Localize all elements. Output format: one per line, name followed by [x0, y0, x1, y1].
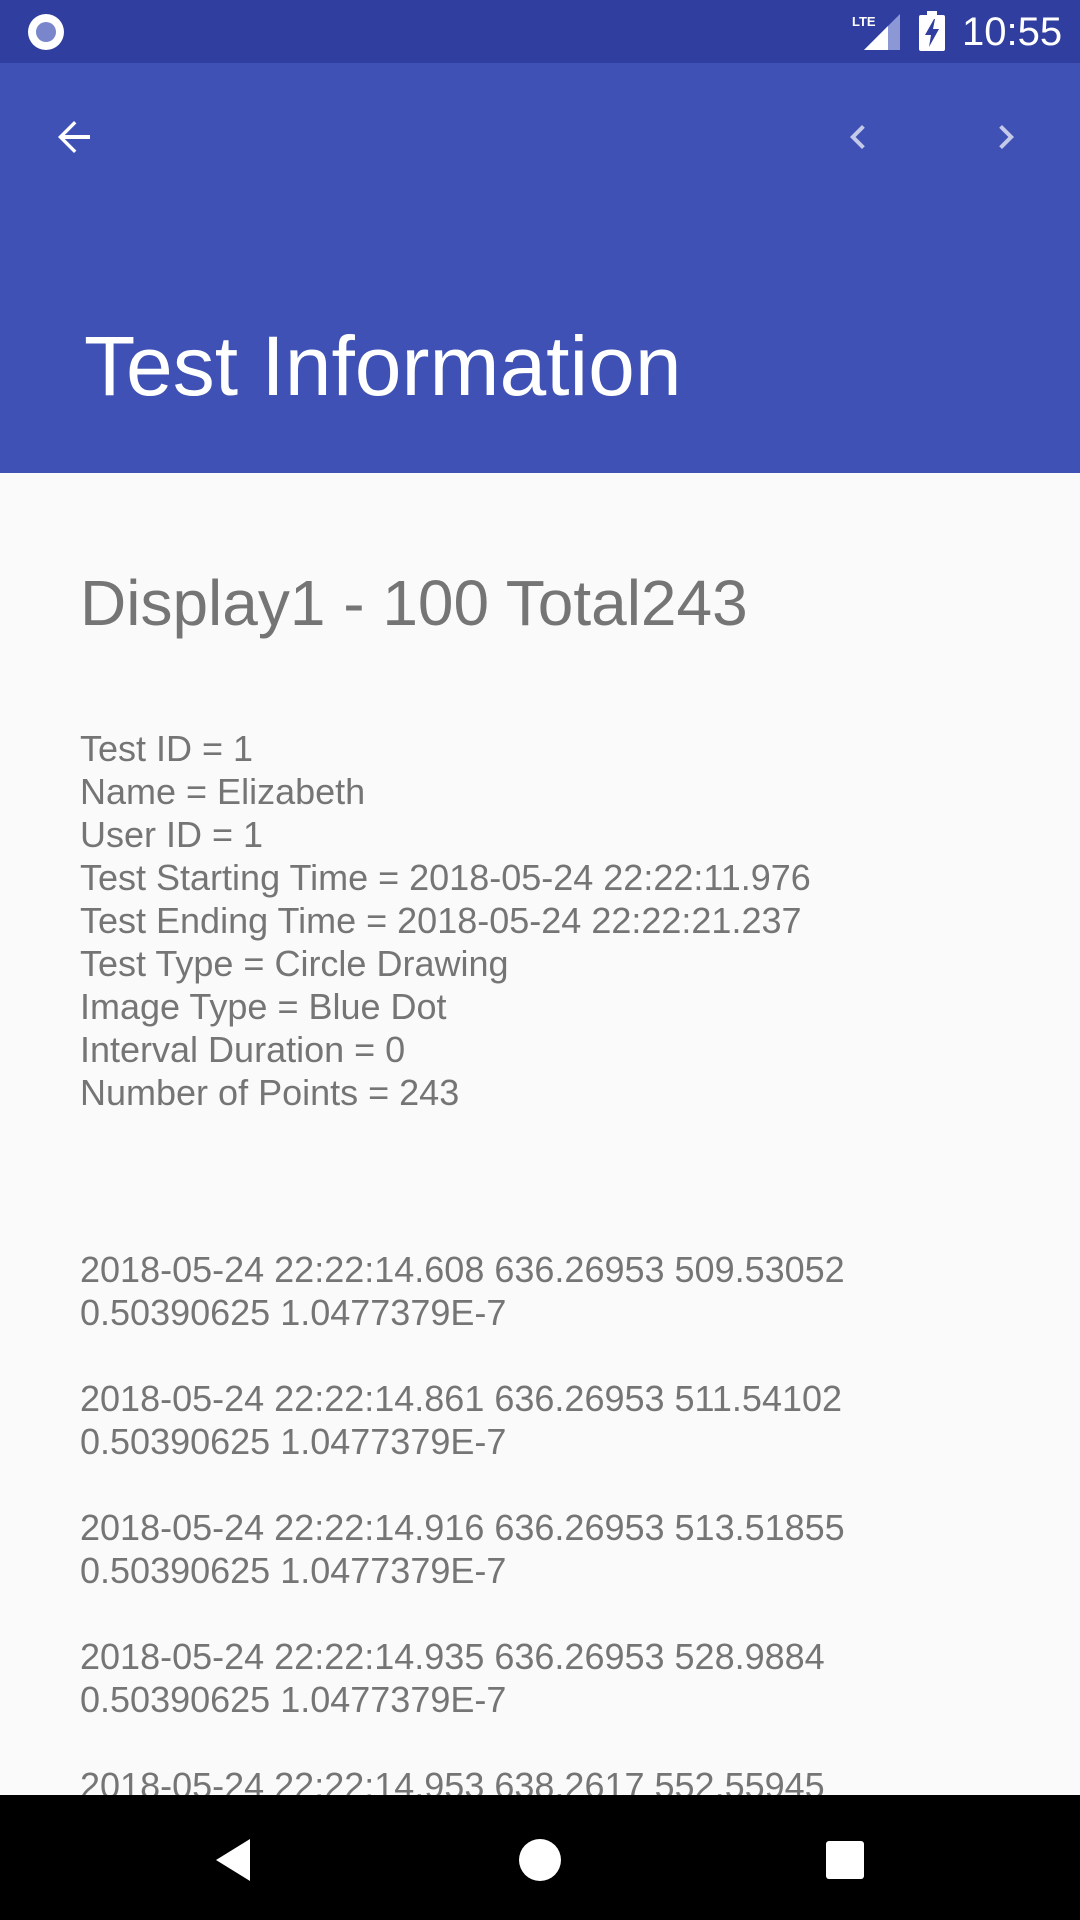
- nav-home-button[interactable]: [495, 1815, 585, 1905]
- nav-recents-button[interactable]: [800, 1815, 890, 1905]
- nav-recents-icon: [826, 1841, 864, 1879]
- info-number-of-points: Number of Points = 243: [80, 1072, 460, 1113]
- info-start-time: Test Starting Time = 2018-05-24 22:22:11…: [80, 857, 811, 898]
- test-details[interactable]: Display1 - 100 Total243 Test ID = 1 Name…: [0, 473, 1080, 1795]
- point-record: 2018-05-24 22:22:14.953 638.2617 552.559…: [80, 1764, 1060, 1795]
- notification-dot-icon: [28, 14, 64, 50]
- point-record: 2018-05-24 22:22:14.861 636.26953 511.54…: [80, 1377, 1060, 1506]
- lte-signal-icon: LTE: [852, 14, 900, 50]
- info-interval-duration: Interval Duration = 0: [80, 1029, 406, 1070]
- status-clock: 10:55: [962, 10, 1063, 54]
- point-record-line: 0.50390625 1.0477379E-7: [80, 1550, 507, 1591]
- battery-charging-icon: [919, 11, 945, 51]
- display-heading: Display1 - 100 Total243: [80, 567, 748, 639]
- info-end-time: Test Ending Time = 2018-05-24 22:22:21.2…: [80, 900, 802, 941]
- point-record-line: 2018-05-24 22:22:14.935 636.26953 528.98…: [80, 1636, 825, 1677]
- point-record-line: 0.50390625 1.0477379E-7: [80, 1421, 507, 1462]
- point-records: 2018-05-24 22:22:14.608 636.26953 509.53…: [80, 1248, 1060, 1795]
- info-user-id: User ID = 1: [80, 814, 264, 855]
- status-bar: LTE 10:55: [0, 0, 1080, 63]
- point-record: 2018-05-24 22:22:14.608 636.26953 509.53…: [80, 1248, 1060, 1377]
- nav-back-button[interactable]: [190, 1815, 280, 1905]
- point-record-line: 2018-05-24 22:22:14.916 636.26953 513.51…: [80, 1507, 845, 1548]
- point-record: 2018-05-24 22:22:14.935 636.26953 528.98…: [80, 1635, 1060, 1764]
- page-title: Test Information: [84, 319, 682, 413]
- info-image-type: Image Type = Blue Dot: [80, 986, 447, 1027]
- point-record-line: 0.50390625 1.0477379E-7: [80, 1679, 507, 1720]
- point-record-line: 0.50390625 1.0477379E-7: [80, 1292, 507, 1333]
- point-record: 2018-05-24 22:22:14.916 636.26953 513.51…: [80, 1506, 1060, 1635]
- nav-back-icon: [216, 1839, 250, 1881]
- chevron-right-icon: [999, 125, 1014, 149]
- arrow-back-icon: [58, 121, 90, 153]
- point-record-line: 2018-05-24 22:22:14.861 636.26953 511.54…: [80, 1378, 843, 1419]
- next-button[interactable]: [958, 89, 1054, 185]
- test-info-list: Test ID = 1 Name = Elizabeth User ID = 1…: [80, 727, 1060, 1114]
- nav-home-icon: [519, 1839, 561, 1881]
- point-record-line: 2018-05-24 22:22:14.608 636.26953 509.53…: [80, 1249, 845, 1290]
- svg-text:LTE: LTE: [852, 14, 876, 29]
- system-nav-bar: [0, 1795, 1080, 1920]
- info-test-id: Test ID = 1: [80, 728, 254, 769]
- app-bar: Test Information: [0, 63, 1080, 473]
- info-name: Name = Elizabeth: [80, 771, 366, 812]
- chevron-left-icon: [850, 125, 865, 149]
- back-button[interactable]: [26, 89, 122, 185]
- screen: LTE 10:55 Test Information Display1 - 10…: [0, 0, 1080, 1920]
- point-record-line: 2018-05-24 22:22:14.953 638.2617 552.559…: [80, 1765, 825, 1795]
- previous-button[interactable]: [810, 89, 906, 185]
- info-test-type: Test Type = Circle Drawing: [80, 943, 509, 984]
